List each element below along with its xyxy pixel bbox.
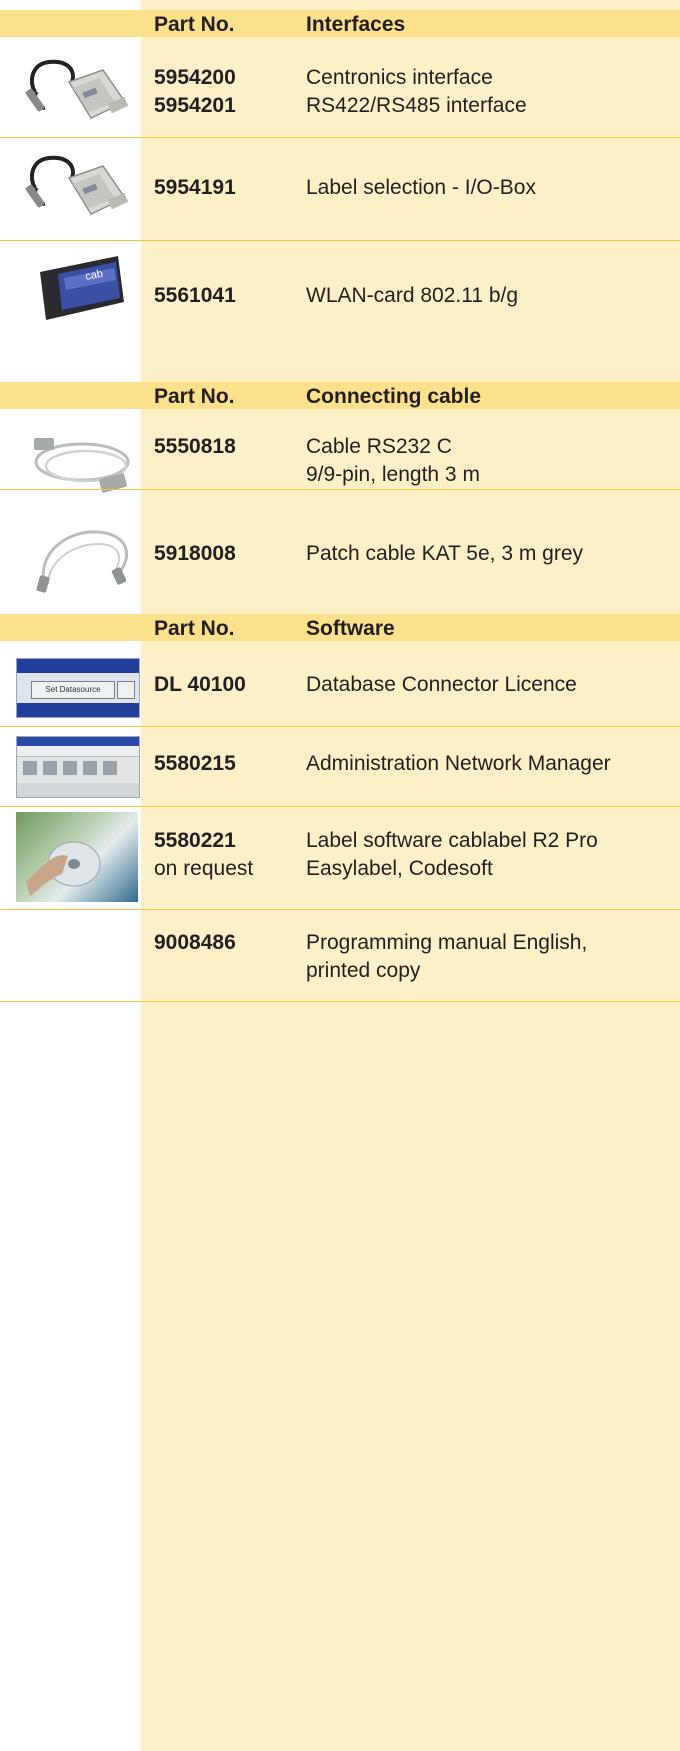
part-description: Cable RS232 C 9/9-pin, length 3 m (306, 433, 480, 489)
part-number: 9008486 (154, 929, 236, 957)
description-line: Administration Network Manager (306, 752, 611, 775)
part-number: 5954191 (154, 174, 236, 202)
row-divider (0, 240, 680, 241)
interface-adapter-cable-icon (25, 52, 133, 130)
part-description: Patch cable KAT 5e, 3 m grey (306, 540, 583, 568)
description-line: Centronics interface (306, 66, 493, 89)
part-number-line: 5550818 (154, 435, 236, 458)
part-number-line: 9008486 (154, 931, 236, 954)
part-description: Label software cablabel R2 Pro Easylabel… (306, 827, 598, 883)
software-cd-icon (16, 812, 138, 902)
description-line: Programming manual English, (306, 931, 588, 954)
menu-bar (17, 746, 139, 757)
toolbar-icon (43, 761, 57, 775)
header-connecting-cable: Connecting cable (306, 385, 482, 408)
toolbar-icon (83, 761, 97, 775)
part-number-note: on request (154, 857, 254, 880)
part-number: 5561041 (154, 282, 236, 310)
part-number: DL 40100 (154, 671, 246, 699)
part-number-line: 5954191 (154, 176, 236, 199)
toolbar-icon (103, 761, 117, 775)
description-line: Label software cablabel R2 Pro (306, 829, 598, 852)
window-titlebar (17, 659, 139, 673)
part-number-line: DL 40100 (154, 673, 246, 696)
row-divider (0, 909, 680, 910)
part-description: WLAN-card 802.11 b/g (306, 282, 518, 310)
description-line: printed copy (306, 959, 421, 982)
part-number-line: 5954200 (154, 66, 236, 89)
header-interfaces: Interfaces (306, 13, 406, 36)
part-number: 5918008 (154, 540, 236, 568)
section-header-connecting-cable: Part No. Connecting cable (0, 382, 680, 409)
window-titlebar (17, 737, 139, 746)
network-manager-screenshot (16, 736, 140, 798)
row-divider (0, 1001, 680, 1002)
section-header-interfaces: Part No. Interfaces (0, 10, 680, 37)
database-connector-screenshot: Set Datasource (16, 658, 140, 718)
part-description: Programming manual English, printed copy (306, 929, 587, 985)
part-number-line: 5954201 (154, 94, 236, 117)
description-line: Cable RS232 C (306, 435, 452, 458)
part-number-line: 5918008 (154, 542, 236, 565)
description-line: RS422/RS485 interface (306, 94, 527, 117)
description-line: WLAN-card 802.11 b/g (306, 284, 519, 307)
part-number-line: 5580215 (154, 752, 236, 775)
section-header-software: Part No. Software (0, 614, 680, 641)
patch-cable-icon (28, 522, 136, 594)
header-part-no: Part No. (154, 13, 235, 36)
part-description: Label selection - I/O-Box (306, 174, 536, 202)
description-line: Database Connector Licence (306, 673, 577, 696)
header-software: Software (306, 617, 395, 640)
part-description: Administration Network Manager (306, 750, 611, 778)
description-line: Label selection - I/O-Box (306, 176, 536, 199)
description-line: Patch cable KAT 5e, 3 m grey (306, 542, 584, 565)
header-part-no: Part No. (154, 617, 235, 640)
list-area (17, 783, 139, 797)
row-divider (0, 489, 680, 490)
row-divider (0, 806, 680, 807)
status-bar (17, 703, 139, 717)
io-box-cable-icon (25, 148, 133, 226)
description-line: 9/9-pin, length 3 m (306, 463, 480, 486)
toolbar-icon (63, 761, 77, 775)
part-number: 5580215 (154, 750, 236, 778)
description-line: Easylabel, Codesoft (306, 857, 493, 880)
window-control (117, 681, 135, 699)
wlan-card-icon: cab (34, 252, 126, 324)
part-number: 5550818 (154, 433, 236, 461)
part-number: 5954200 5954201 (154, 64, 236, 120)
row-divider (0, 137, 680, 138)
part-description: Centronics interface RS422/RS485 interfa… (306, 64, 527, 120)
row-divider (0, 726, 680, 727)
part-number: 5580221 on request (154, 827, 253, 883)
part-description: Database Connector Licence (306, 671, 577, 699)
header-part-no: Part No. (154, 385, 235, 408)
set-datasource-button: Set Datasource (31, 681, 115, 699)
part-number-line: 5561041 (154, 284, 236, 307)
toolbar-icon (23, 761, 37, 775)
part-number-line: 5580221 (154, 829, 236, 852)
